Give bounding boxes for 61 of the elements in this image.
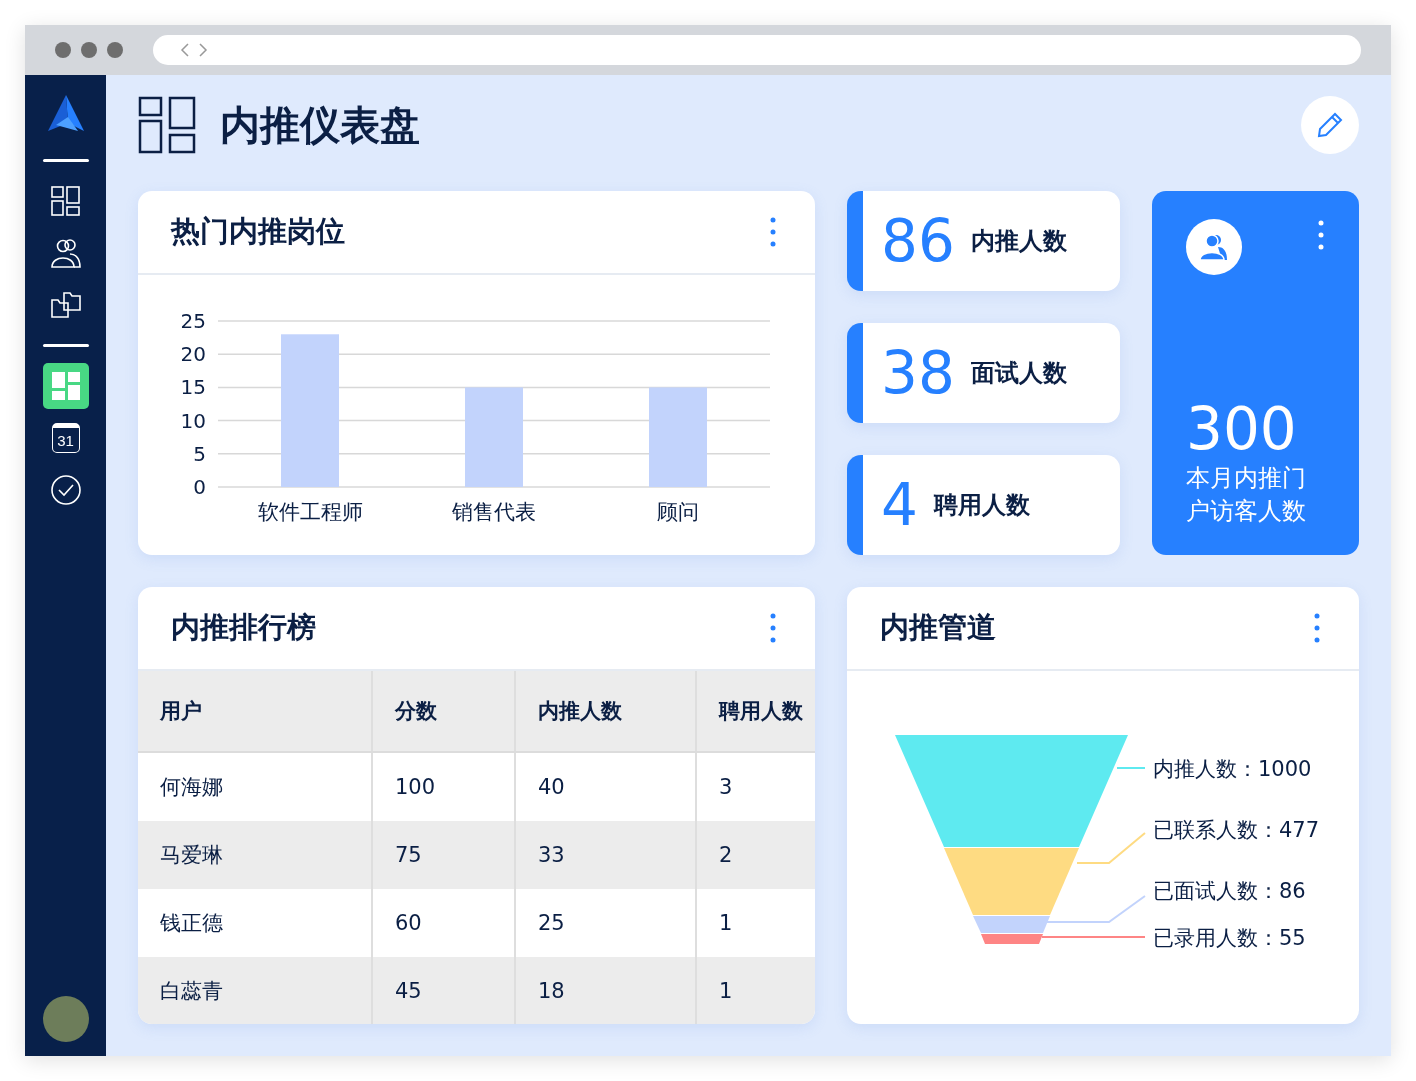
table-cell: 1 [696,957,815,1024]
axis-tick-label: 5 [193,441,206,466]
dashboard-icon [49,370,82,402]
axis-tick-label: 10 [180,408,206,433]
axis-tick-label: 0 [193,475,206,499]
table-cell: 钱正德 [138,889,372,957]
stat-value: 4 [881,471,918,539]
avatar[interactable] [42,996,89,1042]
table-cell: 白蕊青 [138,957,372,1024]
grid-icon [49,185,82,217]
card-title: 内推排行榜 [171,609,316,646]
stat-label: 面试人数 [970,358,1067,389]
stat-value: 86 [881,207,955,275]
stat-value: 38 [881,339,955,407]
table-cell: 2 [696,821,815,889]
table-cell: 45 [372,957,515,1024]
axis-category-label: 顾问 [657,500,699,524]
axis-category-label: 销售代表 [452,500,536,524]
axis-tick-label: 20 [180,342,206,367]
page-title: 内推仪表盘 [220,100,420,150]
table-cell: 33 [515,821,696,889]
more-icon[interactable] [769,216,777,248]
funnel-label: 已面试人数：86 [1153,879,1306,903]
funnel-label: 已联系人数：477 [1153,818,1320,842]
column-header: 用户 [138,671,372,752]
column-header: 聘用人数 [696,671,815,752]
axis-tick-label: 15 [180,375,206,400]
pencil-icon [1315,110,1345,140]
check-circle-icon [49,474,82,506]
window-control-dot[interactable] [81,42,97,58]
table-cell: 马爱琳 [138,821,372,889]
stat-label: 内推人数 [970,226,1067,257]
funnel-label: 内推人数：1000 [1153,757,1312,781]
window-control-dot[interactable] [55,42,71,58]
calendar-icon: 31 [51,423,80,453]
folders-icon [49,289,82,321]
people-icon [49,237,82,269]
visitor-label: 本月内推门 [1186,462,1307,494]
people-icon [1186,219,1242,275]
funnel-label: 已录用人数：55 [1153,926,1306,950]
column-header: 内推人数 [515,671,696,752]
more-icon[interactable] [1317,219,1325,251]
back-forward-arrows-icon[interactable] [179,42,209,58]
visitor-label: 户访客人数 [1186,496,1307,528]
stat-label: 聘用人数 [933,490,1030,521]
grid-icon [138,96,196,154]
card-title: 内推管道 [880,609,996,646]
table-cell: 18 [515,957,696,1024]
table-cell: 何海娜 [138,752,372,821]
more-icon[interactable] [769,612,777,644]
axis-tick-label: 25 [180,309,206,333]
card-title: 热门内推岗位 [171,213,345,250]
sidebar-nav-item[interactable]: 31 [42,415,89,461]
axis-category-label: 软件工程师 [257,500,363,524]
sidebar-nav-item[interactable] [42,363,89,409]
column-header: 分数 [372,671,515,752]
logo-icon [47,95,84,133]
visitor-count: 300 [1186,398,1298,462]
more-icon[interactable] [1313,612,1321,644]
table-cell: 75 [372,821,515,889]
window-control-dot[interactable] [107,42,123,58]
